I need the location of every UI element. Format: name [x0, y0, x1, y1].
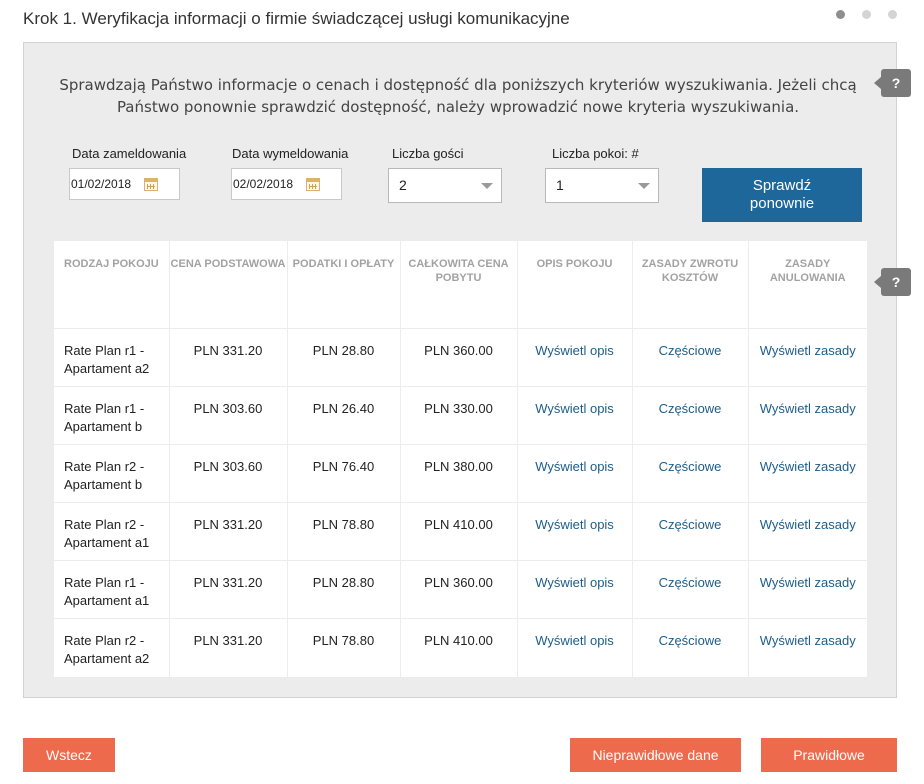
progress-dot-1 — [836, 10, 845, 19]
view-cancellation-link[interactable]: Wyświetl zasady — [748, 619, 867, 677]
rooms-select[interactable]: 1 — [545, 168, 659, 203]
total-price-cell: PLN 360.00 — [400, 560, 518, 619]
table-row: Rate Plan r2 - Apartament a2 PLN 331.20 … — [54, 618, 867, 677]
total-price-cell: PLN 380.00 — [400, 444, 518, 503]
view-description-link[interactable]: Wyświetl opis — [517, 502, 633, 561]
refund-policy-link[interactable]: Częściowe — [632, 444, 749, 503]
refund-policy-link[interactable]: Częściowe — [632, 618, 749, 677]
taxes-cell: PLN 78.80 — [287, 502, 401, 561]
table-row: Rate Plan r1 - Apartament a1 PLN 331.20 … — [54, 560, 867, 619]
incorrect-data-button[interactable]: Nieprawidłowe dane — [570, 738, 741, 772]
checkout-date-input[interactable]: 02/02/2018 — [231, 168, 342, 200]
base-price-cell: PLN 303.60 — [169, 444, 288, 503]
view-cancellation-link[interactable]: Wyświetl zasady — [748, 502, 867, 561]
intro-text: Sprawdzają Państwo informacje o cenach i… — [59, 76, 857, 116]
taxes-cell: PLN 78.80 — [287, 618, 401, 677]
checkout-date-value: 02/02/2018 — [233, 177, 294, 191]
table-row: Rate Plan r2 - Apartament a1 PLN 331.20 … — [54, 502, 867, 561]
room-type-cell: Rate Plan r1 - Apartament b — [54, 386, 170, 445]
correct-button[interactable]: Prawidłowe — [761, 738, 897, 772]
checkin-label: Data zameldowania — [72, 146, 187, 161]
refund-policy-link[interactable]: Częściowe — [632, 502, 749, 561]
calendar-icon[interactable] — [306, 178, 320, 191]
progress-dot-3 — [888, 10, 897, 19]
rooms-label: Liczba pokoi: # — [552, 146, 639, 161]
base-price-cell: PLN 331.20 — [169, 560, 288, 619]
view-cancellation-link[interactable]: Wyświetl zasady — [748, 444, 867, 503]
taxes-cell: PLN 26.40 — [287, 386, 401, 445]
taxes-cell: PLN 28.80 — [287, 560, 401, 619]
checkin-date-value: 01/02/2018 — [71, 177, 132, 191]
col-header-refund-policy: ZASADY ZWROTU KOSZTÓW — [632, 241, 749, 329]
help-icon[interactable]: ? — [874, 268, 911, 296]
results-table: RODZAJ POKOJU CENA PODSTAWOWA PODATKI I … — [54, 241, 867, 677]
total-price-cell: PLN 330.00 — [400, 386, 518, 445]
table-row: Rate Plan r1 - Apartament b PLN 303.60 P… — [54, 386, 867, 445]
checkin-date-input[interactable]: 01/02/2018 — [69, 168, 180, 200]
guests-select[interactable]: 2 — [388, 168, 502, 203]
checkout-label: Data wymeldowania — [232, 146, 349, 161]
room-type-cell: Rate Plan r1 - Apartament a2 — [54, 328, 170, 387]
base-price-cell: PLN 303.60 — [169, 386, 288, 445]
taxes-cell: PLN 28.80 — [287, 328, 401, 387]
col-header-total-price: CAŁKOWITA CENA POBYTU — [400, 241, 518, 329]
view-description-link[interactable]: Wyświetl opis — [517, 444, 633, 503]
room-type-cell: Rate Plan r2 - Apartament a2 — [54, 618, 170, 677]
step-title: Krok 1. Weryfikacja informacji o firmie … — [23, 9, 570, 28]
view-description-link[interactable]: Wyświetl opis — [517, 560, 633, 619]
help-icon[interactable]: ? — [874, 69, 911, 97]
refund-policy-link[interactable]: Częściowe — [632, 328, 749, 387]
table-row: Rate Plan r2 - Apartament b PLN 303.60 P… — [54, 444, 867, 503]
chevron-down-icon — [638, 183, 650, 189]
refund-policy-link[interactable]: Częściowe — [632, 560, 749, 619]
progress-dot-2 — [862, 10, 871, 19]
view-cancellation-link[interactable]: Wyświetl zasady — [748, 560, 867, 619]
view-cancellation-link[interactable]: Wyświetl zasady — [748, 328, 867, 387]
col-header-room-type: RODZAJ POKOJU — [54, 241, 170, 329]
taxes-cell: PLN 76.40 — [287, 444, 401, 503]
col-header-base-price: CENA PODSTAWOWA — [169, 241, 288, 329]
guests-value: 2 — [399, 177, 407, 193]
back-button[interactable]: Wstecz — [23, 738, 115, 772]
check-again-button[interactable]: Sprawdź ponownie — [702, 168, 862, 222]
col-header-room-desc: OPIS POKOJU — [517, 241, 633, 329]
room-type-cell: Rate Plan r1 - Apartament a1 — [54, 560, 170, 619]
view-description-link[interactable]: Wyświetl opis — [517, 618, 633, 677]
total-price-cell: PLN 410.00 — [400, 618, 518, 677]
rooms-value: 1 — [556, 177, 564, 193]
guests-label: Liczba gości — [392, 146, 464, 161]
base-price-cell: PLN 331.20 — [169, 502, 288, 561]
base-price-cell: PLN 331.20 — [169, 328, 288, 387]
col-header-taxes: PODATKI I OPŁATY — [287, 241, 401, 329]
room-type-cell: Rate Plan r2 - Apartament a1 — [54, 502, 170, 561]
chevron-down-icon — [481, 183, 493, 189]
progress-dots — [836, 10, 897, 19]
verification-panel: Sprawdzają Państwo informacje o cenach i… — [23, 42, 911, 698]
table-header-row: RODZAJ POKOJU CENA PODSTAWOWA PODATKI I … — [54, 241, 867, 329]
calendar-icon[interactable] — [144, 178, 158, 191]
table-row: Rate Plan r1 - Apartament a2 PLN 331.20 … — [54, 328, 867, 387]
view-description-link[interactable]: Wyświetl opis — [517, 386, 633, 445]
refund-policy-link[interactable]: Częściowe — [632, 386, 749, 445]
col-header-cancel-policy: ZASADY ANULOWANIA — [748, 241, 867, 329]
base-price-cell: PLN 331.20 — [169, 618, 288, 677]
room-type-cell: Rate Plan r2 - Apartament b — [54, 444, 170, 503]
total-price-cell: PLN 360.00 — [400, 328, 518, 387]
total-price-cell: PLN 410.00 — [400, 502, 518, 561]
view-cancellation-link[interactable]: Wyświetl zasady — [748, 386, 867, 445]
view-description-link[interactable]: Wyświetl opis — [517, 328, 633, 387]
